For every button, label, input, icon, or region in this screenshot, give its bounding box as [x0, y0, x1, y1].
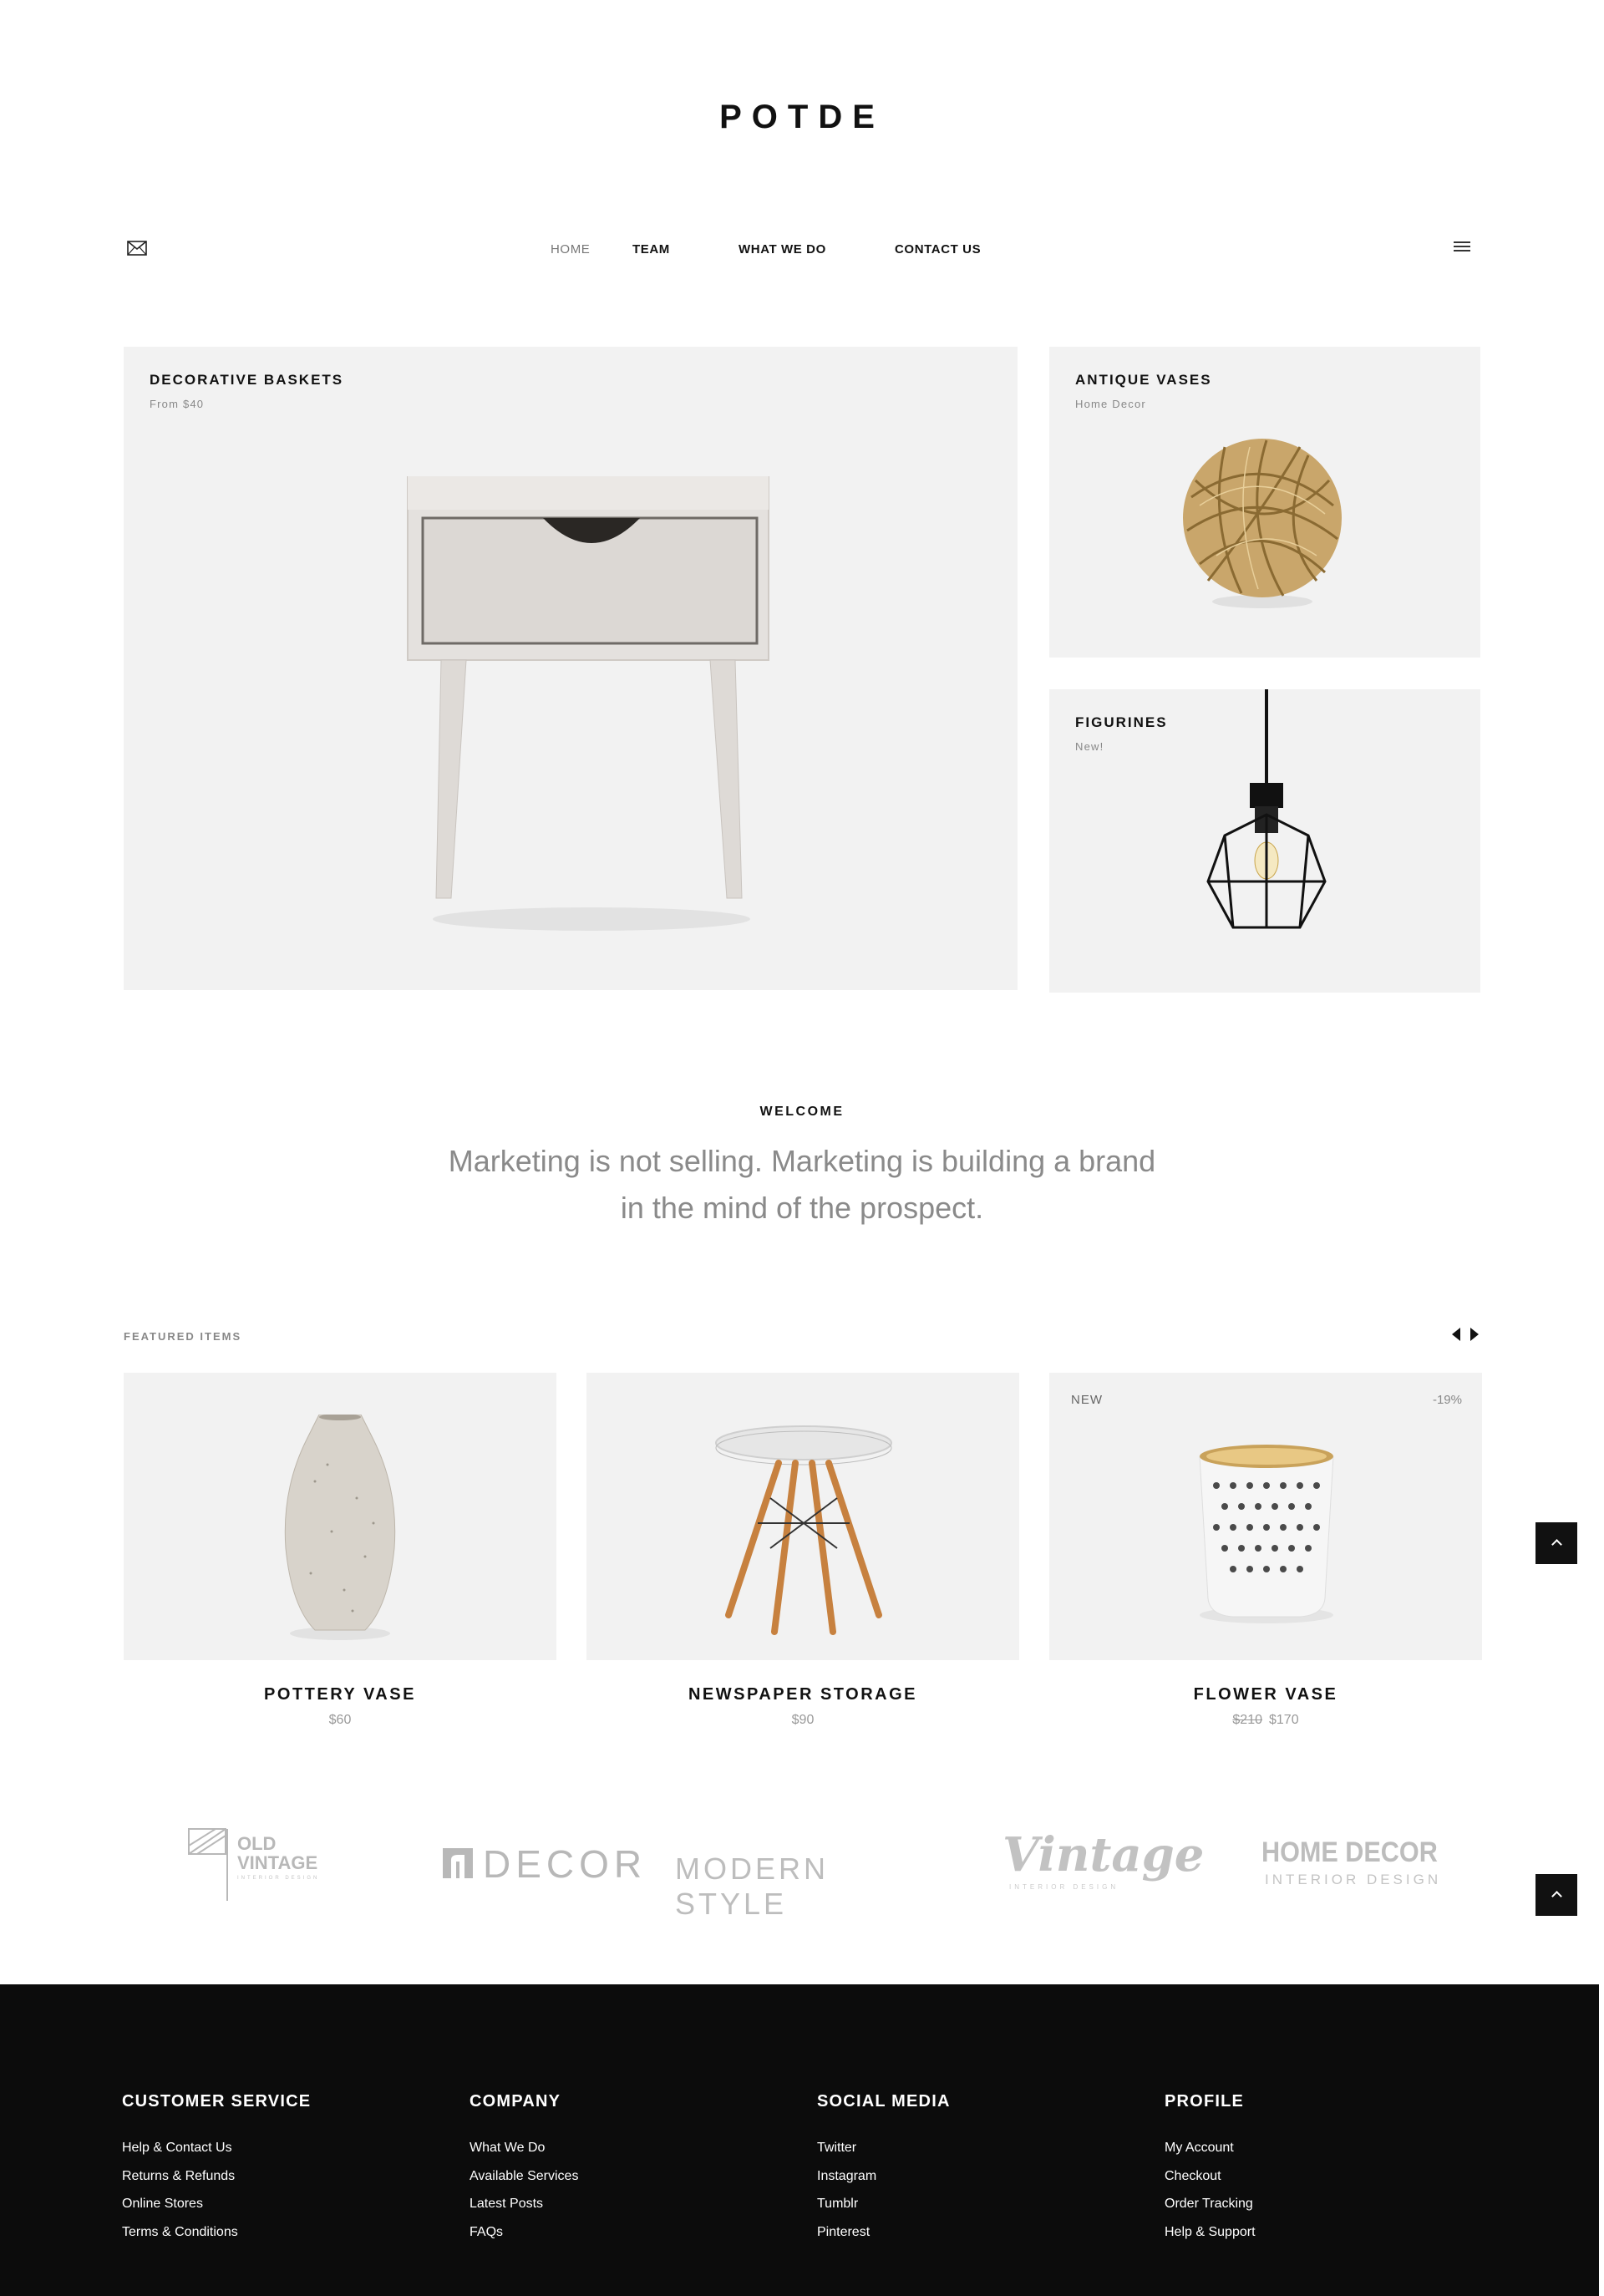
footer-link[interactable]: FAQs [470, 2218, 804, 2247]
brand-tagline: INTERIOR DESIGN [1265, 1872, 1442, 1887]
panel-title: DECORATIVE BASKETS [150, 372, 344, 388]
product-thumbnail[interactable] [586, 1373, 1019, 1660]
featured-items-label: FEATURED ITEMS [124, 1330, 242, 1343]
footer-link[interactable]: Twitter [817, 2134, 1151, 2162]
site-footer: CUSTOMER SERVICE Help & Contact Us Retur… [0, 1984, 1599, 2296]
chevron-up-icon[interactable] [1535, 1522, 1577, 1564]
pendant-lamp-image [1206, 689, 1327, 929]
round-table-image [715, 1425, 892, 1635]
hero-top-right-panel[interactable]: ANTIQUE VASES Home Decor [1049, 347, 1480, 658]
footer-link[interactable]: Instagram [817, 2162, 1151, 2191]
hamburger-menu-icon[interactable] [1454, 239, 1470, 254]
panel-title: FIGURINES [1075, 714, 1168, 730]
twine-ball-image [1183, 439, 1342, 608]
hero-bottom-right-panel[interactable]: FIGURINES New! [1049, 689, 1480, 993]
panel-subtitle: Home Decor [1075, 398, 1146, 410]
footer-column-company: COMPANY What We Do Available Services La… [470, 2092, 804, 2246]
footer-column-profile: PROFILE My Account Checkout Order Tracki… [1165, 2092, 1499, 2246]
brand-decor-text: DECOR [483, 1842, 647, 1886]
product-card[interactable]: POTTERY VASE $60 [124, 1373, 556, 1728]
welcome-quote: Marketing is not selling. Marketing is b… [426, 1138, 1178, 1232]
footer-column-customer-service: CUSTOMER SERVICE Help & Contact Us Retur… [122, 2092, 456, 2246]
brand-vintage-text: Vintage [1002, 1827, 1205, 1882]
pottery-vase-image [284, 1415, 396, 1640]
footer-link[interactable]: Checkout [1165, 2162, 1499, 2191]
sale-price: $170 [1269, 1713, 1299, 1727]
footer-link[interactable]: Latest Posts [470, 2190, 804, 2218]
product-name[interactable]: NEWSPAPER STORAGE [586, 1685, 1019, 1704]
footer-link[interactable]: Returns & Refunds [122, 2162, 456, 2191]
brand-logos: OLD VINTAGE INTERIOR DESIGN DECOR MODERN… [0, 1823, 1604, 1921]
footer-column-social-media: SOCIAL MEDIA Twitter Instagram Tumblr Pi… [817, 2092, 1151, 2246]
footer-link[interactable]: Available Services [470, 2162, 804, 2191]
brand-old-vintage-line1: OLD [237, 1833, 277, 1854]
discount-badge: -19% [1432, 1393, 1462, 1407]
footer-link[interactable]: Pinterest [817, 2218, 1151, 2247]
footer-link[interactable]: Help & Support [1165, 2218, 1499, 2247]
hero-main-panel[interactable]: DECORATIVE BASKETS From $40 [124, 347, 1018, 990]
footer-link[interactable]: Terms & Conditions [122, 2218, 456, 2247]
product-price: $90 [791, 1713, 815, 1727]
new-badge: NEW [1071, 1393, 1103, 1407]
product-thumbnail[interactable]: NEW -19% [1049, 1373, 1482, 1660]
footer-link[interactable]: Tumblr [817, 2190, 1151, 2218]
brand-decor[interactable]: DECOR [443, 1838, 642, 1888]
footer-column-title: COMPANY [470, 2092, 561, 2111]
nav-what-we-do[interactable]: WHAT WE DO [739, 242, 826, 257]
brand-home-decor-text: HOME DECOR [1261, 1836, 1438, 1868]
footer-column-title: SOCIAL MEDIA [817, 2092, 951, 2111]
old-price: $210 [1232, 1713, 1262, 1727]
main-nav: HOME TEAM WHAT WE DO CONTACT US [0, 242, 1604, 259]
arrow-left-icon[interactable] [1452, 1328, 1460, 1341]
brand-vintage[interactable]: Vintage INTERIOR DESIGN [1002, 1828, 1204, 1895]
arrow-right-icon[interactable] [1470, 1328, 1479, 1341]
tree-icon [188, 1828, 228, 1901]
footer-link[interactable]: My Account [1165, 2134, 1499, 2162]
decor-logo-icon [443, 1848, 473, 1878]
panel-subtitle: New! [1075, 740, 1104, 753]
site-logo[interactable]: POTDE [0, 99, 1604, 136]
panel-subtitle: From $40 [150, 398, 205, 410]
panel-title: ANTIQUE VASES [1075, 372, 1212, 388]
footer-link[interactable]: Online Stores [122, 2190, 456, 2218]
brand-home-decor[interactable]: HOME DECOR INTERIOR DESIGN [1261, 1836, 1445, 1895]
product-thumbnail[interactable] [124, 1373, 556, 1660]
brand-modern-style[interactable]: MODERN STYLE [675, 1852, 942, 1921]
carousel-arrows [1452, 1327, 1482, 1342]
brand-tagline: INTERIOR DESIGN [237, 1876, 320, 1881]
footer-link[interactable]: What We Do [470, 2134, 804, 2162]
footer-column-title: PROFILE [1165, 2092, 1245, 2111]
nav-team[interactable]: TEAM [632, 242, 670, 257]
product-name[interactable]: POTTERY VASE [124, 1685, 556, 1704]
product-card[interactable]: NEW -19% FLOWER VASE $210 $170 [1049, 1373, 1482, 1728]
footer-link[interactable]: Order Tracking [1165, 2190, 1499, 2218]
nav-home[interactable]: HOME [551, 242, 590, 257]
product-price: $210 $170 [1049, 1713, 1482, 1728]
product-name[interactable]: FLOWER VASE [1049, 1685, 1482, 1704]
nav-contact-us[interactable]: CONTACT US [895, 242, 981, 257]
product-price: $60 [328, 1713, 352, 1727]
footer-column-title: CUSTOMER SERVICE [122, 2092, 312, 2111]
nightstand-image [407, 476, 769, 931]
footer-link[interactable]: Help & Contact Us [122, 2134, 456, 2162]
flower-vase-image [1199, 1445, 1334, 1623]
quote-line: Marketing is not selling. Marketing is b… [448, 1144, 1156, 1178]
quote-line: in the mind of the prospect. [620, 1191, 984, 1225]
brand-old-vintage-line2: VINTAGE [237, 1852, 318, 1873]
welcome-label: WELCOME [759, 1105, 845, 1119]
product-card[interactable]: NEWSPAPER STORAGE $90 [586, 1373, 1019, 1728]
brand-old-vintage[interactable]: OLD VINTAGE INTERIOR DESIGN [187, 1827, 338, 1902]
brand-tagline: INTERIOR DESIGN [1009, 1883, 1119, 1891]
